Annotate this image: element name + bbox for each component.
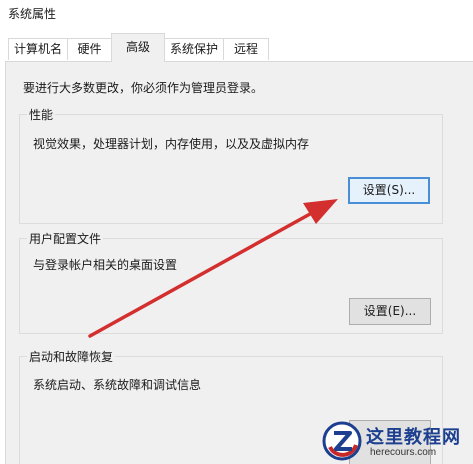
arrow-head [303,199,338,224]
watermark-logo-icon [322,421,362,461]
annotation-arrow [88,199,338,338]
watermark: 这里教程网 herecours.com [322,419,473,464]
arrow-shaft [88,212,312,338]
watermark-name: 这里教程网 [366,427,461,448]
watermark-url: herecours.com [370,447,437,458]
tab-advanced[interactable]: 高级 [111,33,165,62]
